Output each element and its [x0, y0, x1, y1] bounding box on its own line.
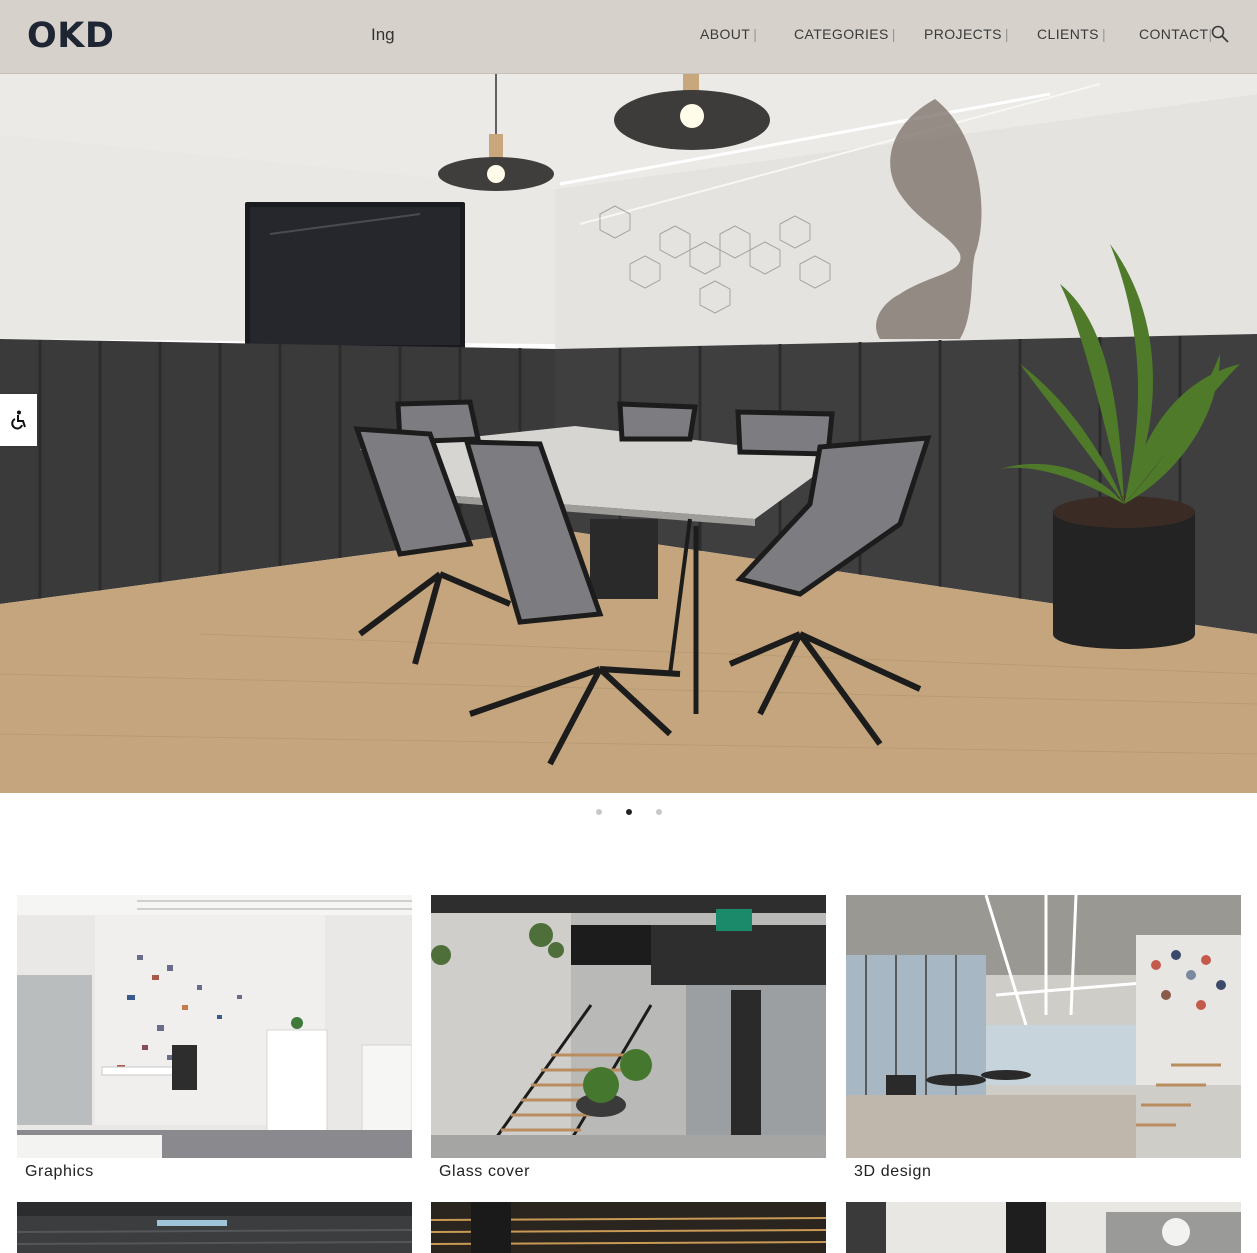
category-caption: Graphics	[25, 1163, 94, 1180]
category-card-row2-1[interactable]	[17, 1202, 412, 1253]
nav-item-about[interactable]: ABOUT |	[700, 26, 757, 42]
category-thumbnail	[431, 1202, 826, 1253]
conference-room-image	[0, 74, 1257, 793]
nav-item-clients[interactable]: CLIENTS |	[1037, 26, 1106, 42]
accessibility-button[interactable]	[0, 394, 37, 446]
category-card-row2-3[interactable]	[846, 1202, 1241, 1253]
category-thumbnail	[17, 1202, 412, 1253]
nav-item-label: CONTACT	[1139, 26, 1209, 42]
hero-slider[interactable]	[0, 74, 1257, 793]
slider-dot-1[interactable]	[596, 809, 602, 815]
category-card-glass-cover[interactable]: Glass cover	[431, 895, 826, 1181]
nav-separator: |	[891, 26, 896, 42]
nav-separator: |	[1004, 26, 1009, 42]
category-thumbnail	[17, 895, 412, 1158]
main-nav: ABOUT | CATEGORIES | PROJECTS | CLIENTS | CO…	[0, 26, 1257, 46]
category-caption: 3D design	[854, 1163, 932, 1180]
category-thumbnail	[846, 895, 1241, 1158]
nav-item-label: CATEGORIES	[794, 26, 889, 42]
nav-item-label: PROJECTS	[924, 26, 1002, 42]
nav-item-projects[interactable]: PROJECTS |	[924, 26, 1009, 42]
search-icon[interactable]	[1210, 24, 1230, 44]
slider-dot-2[interactable]	[626, 809, 632, 815]
nav-separator: |	[1101, 26, 1106, 42]
category-thumbnail	[431, 895, 826, 1158]
nav-item-label: ABOUT	[700, 26, 751, 42]
site-header: OKD Ing ABOUT | CATEGORIES | PROJECTS | CLI…	[0, 0, 1257, 74]
nav-item-label: CLIENTS	[1037, 26, 1099, 42]
category-caption: Glass cover	[439, 1163, 531, 1180]
slider-pagination	[0, 809, 1257, 819]
category-thumbnail	[846, 1202, 1241, 1253]
category-card-3d-design[interactable]: 3D design	[846, 895, 1241, 1181]
slider-dot-3[interactable]	[656, 809, 662, 815]
wheelchair-icon	[10, 410, 26, 430]
nav-item-contact[interactable]: CONTACT|	[1139, 26, 1212, 42]
nav-separator: |	[753, 26, 758, 42]
category-card-graphics[interactable]: Graphics	[17, 895, 412, 1181]
nav-item-categories[interactable]: CATEGORIES |	[794, 26, 896, 42]
category-card-row2-2[interactable]	[431, 1202, 826, 1253]
